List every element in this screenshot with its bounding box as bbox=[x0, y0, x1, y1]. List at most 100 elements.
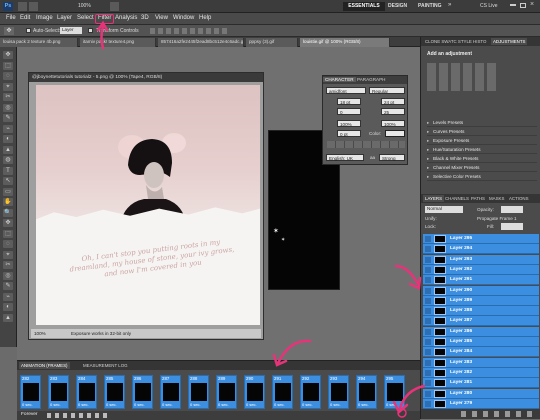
frame-delay[interactable]: 0 sec. bbox=[50, 402, 61, 407]
menu-help[interactable]: Help bbox=[199, 15, 211, 21]
preset-exposure[interactable]: Exposure Presets bbox=[427, 138, 537, 145]
layer-row[interactable]: Layer 295 bbox=[423, 234, 539, 244]
crop-tool-icon[interactable]: ✂ bbox=[3, 93, 13, 101]
preset-curves[interactable]: Curves Presets bbox=[427, 129, 537, 136]
tab-adjustments[interactable]: ADJUSTMENTS bbox=[491, 38, 528, 45]
type-tool-icon[interactable]: T bbox=[3, 166, 13, 175]
gradient-tool-icon[interactable]: ◐ bbox=[3, 135, 13, 143]
kerning-field[interactable]: 0 bbox=[337, 108, 361, 115]
layer-row[interactable]: Layer 292 bbox=[423, 264, 539, 275]
blur-tool-icon[interactable]: ▲ bbox=[3, 313, 13, 322]
visibility-eye-icon[interactable] bbox=[425, 318, 431, 325]
layer-row[interactable]: Layer 284 bbox=[423, 347, 539, 358]
doc-tab[interactable]: pppsy (3).gif bbox=[246, 38, 298, 47]
layer-row[interactable]: Layer 288 bbox=[423, 306, 539, 317]
move-tool-icon[interactable]: ✥ bbox=[3, 219, 13, 227]
visibility-eye-icon[interactable] bbox=[425, 359, 431, 366]
font-size-field[interactable]: 18 pt bbox=[337, 98, 361, 105]
language-select[interactable]: English: UK bbox=[326, 154, 364, 161]
lasso-tool-icon[interactable]: ◌ bbox=[3, 72, 13, 80]
frame-delay[interactable]: 0 sec. bbox=[162, 402, 173, 407]
move-tool-preset-icon[interactable]: ✥ bbox=[4, 27, 14, 35]
layer-row[interactable]: Layer 291 bbox=[423, 275, 539, 286]
frame-delay[interactable]: 0 sec. bbox=[358, 402, 369, 407]
tab-masks[interactable]: MASKS bbox=[487, 195, 506, 202]
document-zoom[interactable]: 100% bbox=[34, 331, 46, 336]
animation-frame[interactable]: 288 0 sec. bbox=[188, 375, 209, 409]
layer-row[interactable]: Layer 285 bbox=[423, 337, 539, 347]
shape-tool-icon[interactable]: ▭ bbox=[3, 187, 13, 196]
baseline-shift-field[interactable]: 0 pt bbox=[337, 130, 361, 137]
tab-paragraph[interactable]: PARAGRAPH bbox=[355, 77, 388, 82]
leading-field[interactable]: 24 pt bbox=[381, 98, 405, 105]
visibility-eye-icon[interactable] bbox=[425, 339, 431, 345]
doc-tab-active[interactable]: louistie.gif @ 100% (RGB/8) bbox=[300, 38, 390, 47]
frame-delay[interactable]: 0 sec. bbox=[190, 402, 201, 407]
font-style-select[interactable]: Regular bbox=[369, 87, 405, 94]
menu-view[interactable]: View bbox=[155, 15, 168, 21]
layer-row[interactable]: Layer 289 bbox=[423, 295, 539, 306]
frame-delay[interactable]: 0 sec. bbox=[22, 402, 33, 407]
bridge-icon[interactable] bbox=[18, 2, 27, 11]
menu-3d[interactable]: 3D bbox=[141, 15, 149, 21]
auto-select-checkbox[interactable] bbox=[26, 28, 31, 33]
blur-tool-icon[interactable]: ▲ bbox=[3, 145, 13, 154]
font-family-select[interactable]: amidfont bbox=[326, 87, 366, 94]
quick-select-tool-icon[interactable]: ⌖ bbox=[3, 82, 13, 91]
layer-row[interactable]: Layer 282 bbox=[423, 367, 539, 378]
clone-stamp-tool-icon[interactable]: ⌁ bbox=[3, 124, 13, 133]
visibility-eye-icon[interactable] bbox=[425, 349, 431, 356]
minibridge-icon[interactable] bbox=[29, 2, 38, 11]
horizontal-scale-field[interactable]: 100% bbox=[381, 120, 405, 127]
animation-frame[interactable]: 286 0 sec. bbox=[132, 375, 153, 409]
layer-row[interactable]: Layer 294 bbox=[423, 244, 539, 255]
adjustment-icons-grid[interactable] bbox=[427, 63, 497, 91]
frame-delay[interactable]: 0 sec. bbox=[330, 402, 341, 407]
antialias-select[interactable]: Strong bbox=[379, 154, 405, 161]
menu-analysis[interactable]: Analysis bbox=[115, 15, 137, 21]
brush-tool-icon[interactable]: ✎ bbox=[3, 282, 13, 290]
animation-frame[interactable]: 291 0 sec. bbox=[272, 375, 293, 409]
type-style-buttons[interactable] bbox=[327, 141, 405, 148]
layer-row[interactable]: Layer 283 bbox=[423, 357, 539, 368]
frame-delay[interactable]: 0 sec. bbox=[78, 402, 89, 407]
menu-layer[interactable]: Layer bbox=[57, 15, 72, 21]
layer-row[interactable]: Layer 280 bbox=[423, 388, 539, 399]
zoom-tool-icon[interactable]: 🔍 bbox=[3, 208, 13, 217]
visibility-eye-icon[interactable] bbox=[425, 308, 431, 315]
preset-channel-mixer[interactable]: Channel Mixer Presets bbox=[427, 165, 537, 172]
tab-clone-swatches-styles-histogram[interactable]: CLONE SWATC STYLE HISTO bbox=[423, 38, 488, 45]
layer-row[interactable]: Layer 286 bbox=[423, 326, 539, 337]
hand-tool-icon[interactable]: ✋ bbox=[3, 198, 13, 206]
arrange-documents-icon[interactable] bbox=[110, 2, 119, 11]
animation-frame[interactable]: 289 0 sec. bbox=[216, 375, 237, 409]
layer-footer-icons[interactable] bbox=[461, 411, 537, 417]
animation-frame[interactable]: 290 0 sec. bbox=[244, 375, 265, 409]
menu-image[interactable]: Image bbox=[36, 15, 53, 21]
auto-select-dropdown[interactable]: Layer bbox=[60, 27, 82, 34]
preset-hue-saturation[interactable]: Hue/Saturation Presets bbox=[427, 147, 537, 154]
document-title-bar[interactable]: @jboynettetutorials tutorial2 - 5.png @ … bbox=[29, 73, 263, 82]
tab-paths[interactable]: PATHS bbox=[469, 195, 487, 202]
animation-frame[interactable]: 282 0 sec. bbox=[20, 375, 41, 409]
visibility-eye-icon[interactable] bbox=[425, 236, 431, 242]
vertical-scale-field[interactable]: 100% bbox=[337, 120, 361, 127]
layer-row[interactable]: Layer 281 bbox=[423, 378, 539, 389]
preset-selective-color[interactable]: Selective Color Presets bbox=[427, 174, 537, 181]
animation-frame[interactable]: 294 0 sec. bbox=[356, 375, 377, 409]
preset-levels[interactable]: Levels Presets bbox=[427, 120, 537, 127]
layer-row[interactable]: Layer 290 bbox=[423, 285, 539, 296]
essentials-workspace-button[interactable]: ESSENTIALS bbox=[343, 2, 385, 11]
animation-frame[interactable]: 285 0 sec. bbox=[104, 375, 125, 409]
visibility-eye-icon[interactable] bbox=[425, 369, 431, 376]
preset-black-white[interactable]: Black & White Presets bbox=[427, 156, 537, 163]
frame-delay[interactable]: 0 sec. bbox=[274, 402, 285, 407]
move-tool-icon[interactable]: ✥ bbox=[3, 51, 13, 59]
design-workspace-button[interactable]: DESIGN bbox=[388, 3, 407, 9]
fill-field[interactable] bbox=[501, 223, 523, 230]
document-window[interactable]: @jboynettetutorials tutorial2 - 5.png @ … bbox=[28, 72, 264, 340]
loop-select[interactable]: Forever bbox=[21, 412, 38, 417]
maximize-button[interactable] bbox=[520, 3, 526, 8]
playback-buttons[interactable] bbox=[47, 413, 107, 418]
cs-live-button[interactable]: CS Live bbox=[480, 3, 498, 9]
